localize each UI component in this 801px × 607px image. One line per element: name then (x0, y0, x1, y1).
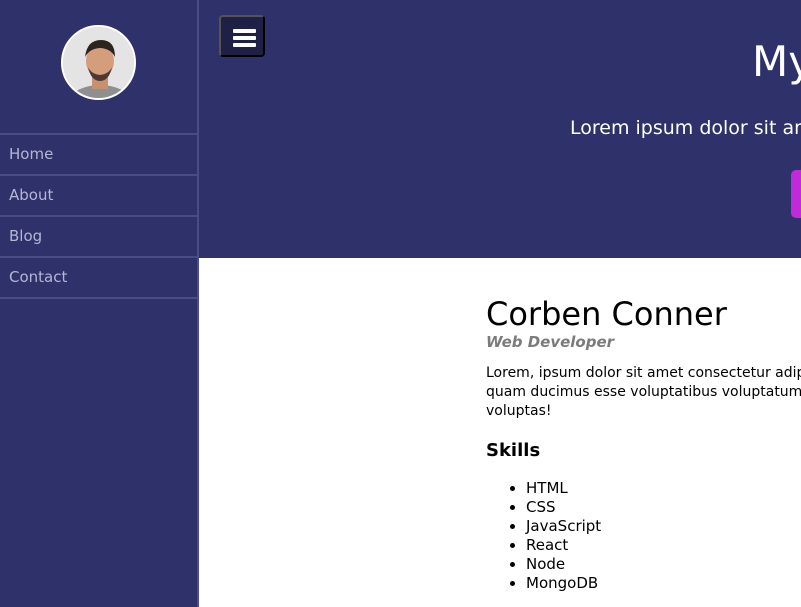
avatar-image (63, 27, 134, 98)
hero-title: My (752, 37, 801, 86)
menu-toggle-button[interactable] (219, 15, 265, 57)
nav-item-about[interactable]: About (0, 176, 197, 217)
sidebar-nav: Home About Blog Contact (0, 133, 197, 299)
skill-item: HTML (526, 479, 801, 498)
profile-section: Corben Conner Web Developer Lorem, ipsum… (486, 296, 801, 593)
skill-item: Node (526, 555, 801, 574)
skill-item: MongoDB (526, 574, 801, 593)
hero-header: My Lorem ipsum dolor sit ame (199, 0, 801, 258)
main-content: Corben Conner Web Developer Lorem, ipsum… (199, 258, 801, 607)
hero-cta-button[interactable] (791, 170, 801, 218)
skill-item: JavaScript (526, 517, 801, 536)
nav-item-contact[interactable]: Contact (0, 258, 197, 299)
avatar[interactable] (61, 25, 136, 100)
nav-item-blog[interactable]: Blog (0, 217, 197, 258)
skills-list: HTML CSS JavaScript React Node MongoDB (486, 479, 801, 593)
skill-item: React (526, 536, 801, 555)
profile-name: Corben Conner (486, 295, 727, 333)
sidebar: Home About Blog Contact (0, 0, 199, 607)
skills-heading: Skills (486, 440, 541, 461)
hero-subtitle: Lorem ipsum dolor sit ame (570, 117, 801, 139)
nav-item-home[interactable]: Home (0, 135, 197, 176)
profile-bio: Lorem, ipsum dolor sit amet consectetur … (486, 365, 801, 419)
profile-role: Web Developer (486, 333, 615, 351)
skill-item: CSS (526, 498, 801, 517)
